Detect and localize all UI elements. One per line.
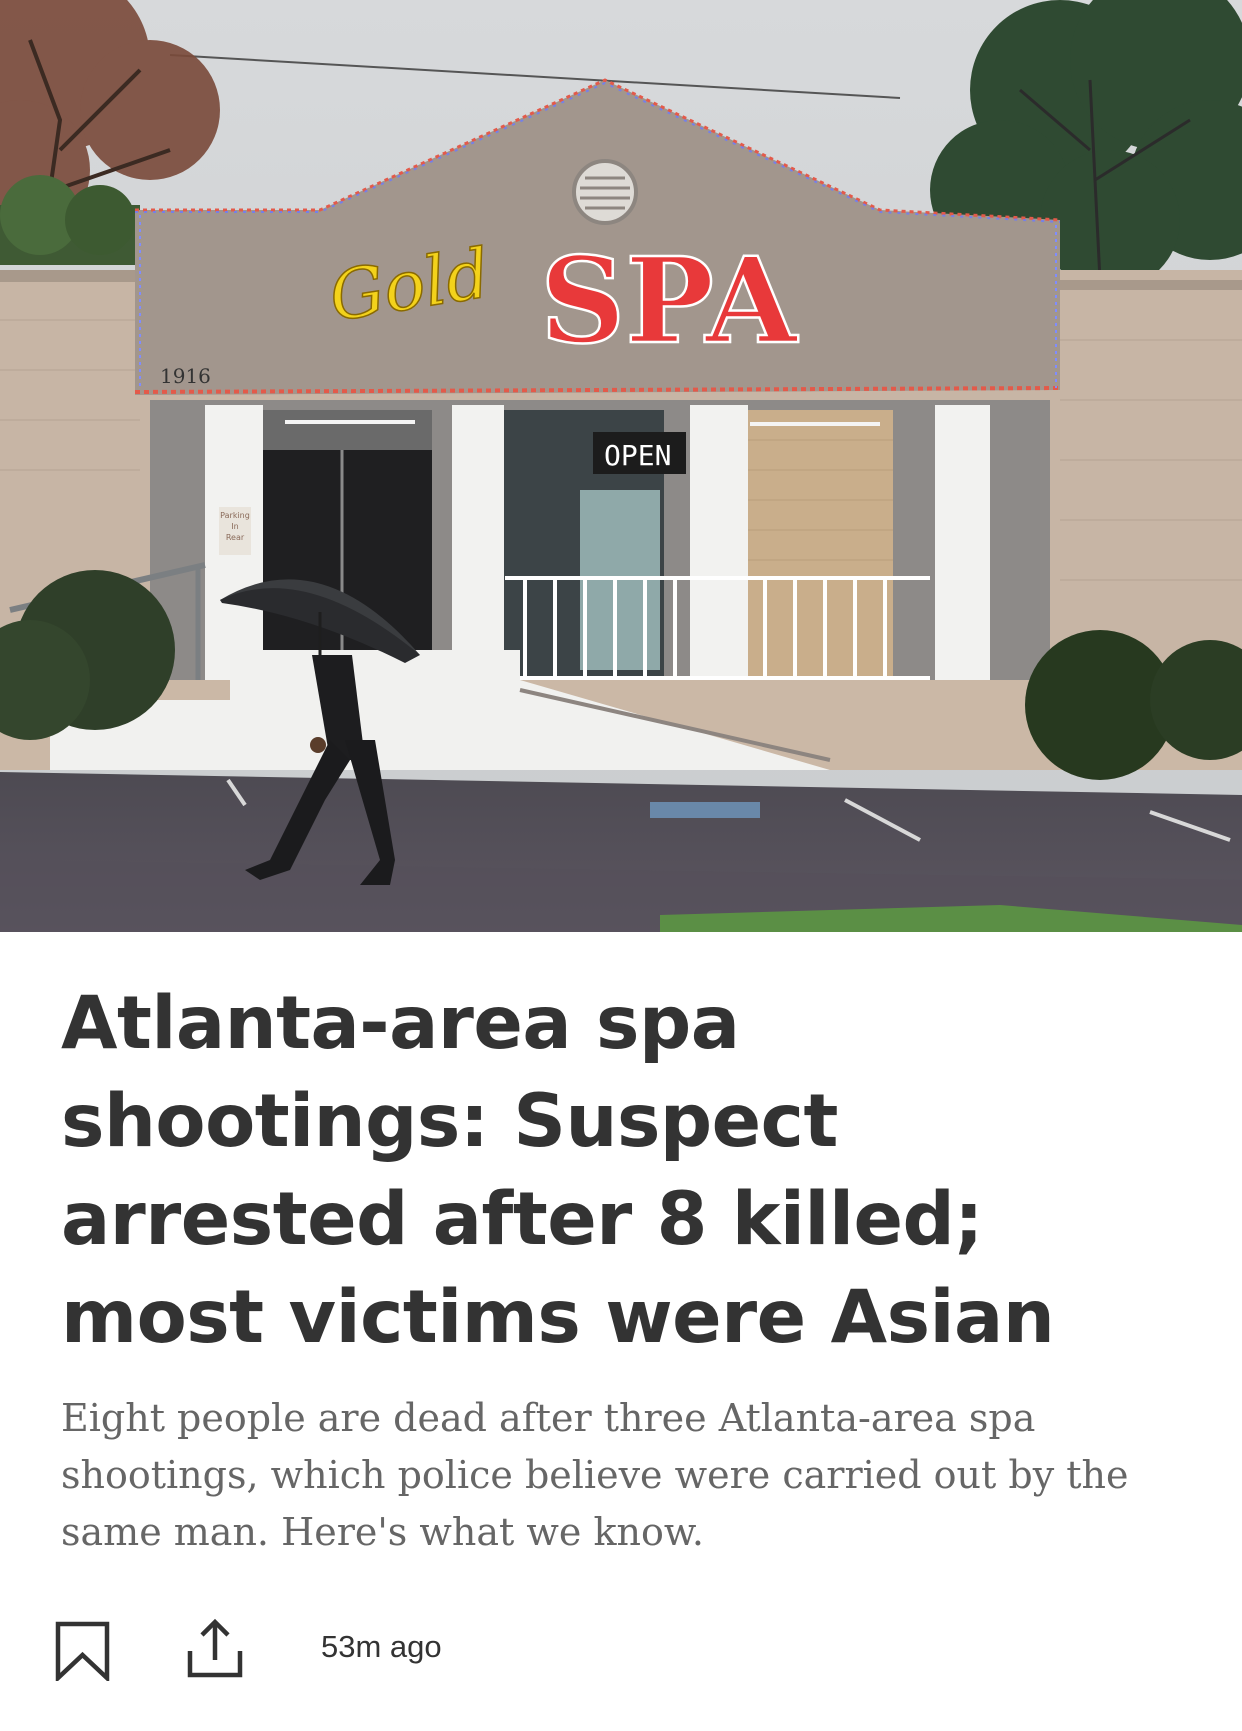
parking-sign-line: Parking [220, 511, 250, 520]
share-icon [187, 1618, 243, 1678]
bookmark-icon [55, 1621, 110, 1681]
hero-image[interactable]: Gold SPA 1916 OPEN Parking In Rear [0, 0, 1242, 932]
sign-spa-text: SPA [540, 231, 798, 370]
article-headline[interactable]: Atlanta-area spa shootings: Suspect arre… [61, 975, 1181, 1367]
parking-sign-line: In [231, 522, 238, 531]
article-card[interactable]: Gold SPA 1916 OPEN Parking In Rear Atlan… [0, 0, 1242, 1731]
open-sign-text: OPEN [604, 439, 671, 472]
hero-photo: Gold SPA 1916 OPEN ParkingInRear [0, 0, 1242, 932]
bookmark-button[interactable] [52, 1615, 118, 1681]
share-button[interactable] [182, 1615, 248, 1681]
article-actions: 53m ago [0, 1615, 1242, 1695]
parking-sign-line: Rear [226, 533, 245, 542]
address-number: 1916 [160, 364, 211, 388]
timestamp: 53m ago [321, 1629, 442, 1664]
article-summary: Eight people are dead after three Atlant… [61, 1396, 1129, 1554]
